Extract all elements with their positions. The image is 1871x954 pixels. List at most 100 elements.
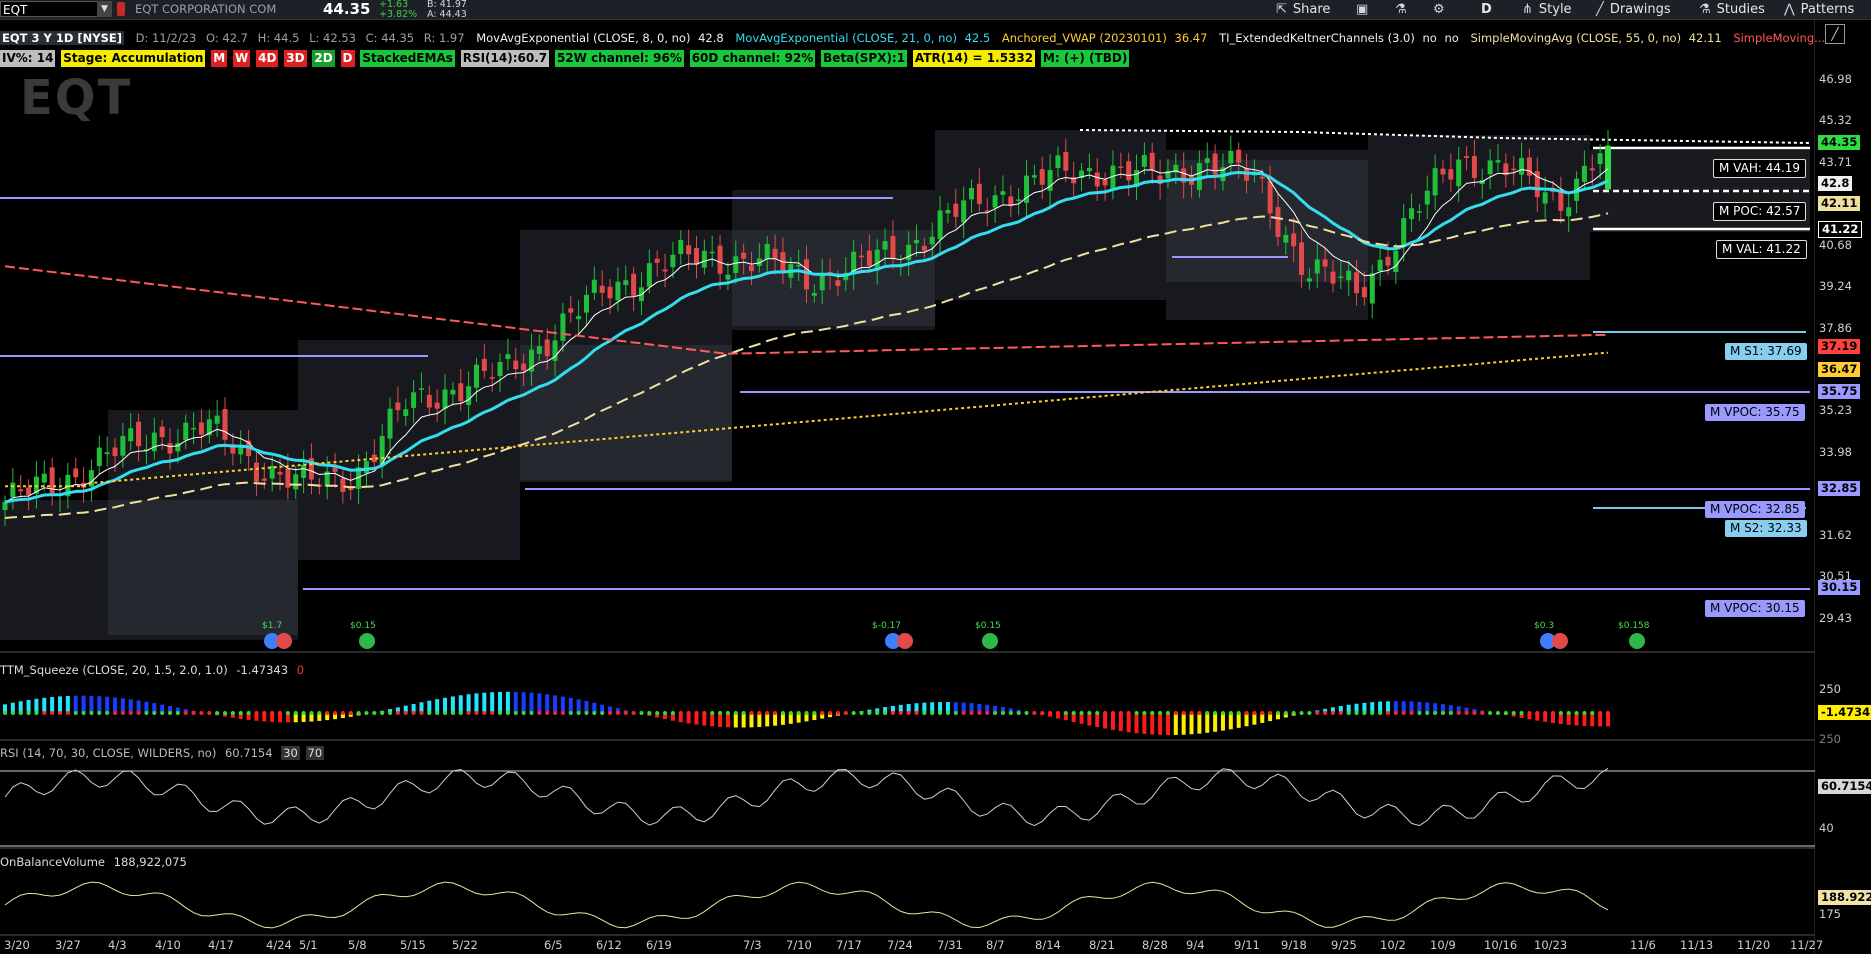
candle-body [489, 377, 495, 379]
share-label: Share [1292, 2, 1331, 17]
candle-body [466, 386, 472, 405]
squeeze-dot [1055, 711, 1060, 715]
squeeze-dot [773, 711, 778, 715]
date-tick: 8/21 [1089, 938, 1115, 952]
squeeze-bar [749, 713, 754, 728]
squeeze-bar [765, 713, 770, 727]
squeeze-dot [1535, 711, 1540, 715]
squeeze-bar [1134, 713, 1139, 734]
squeeze-bar [718, 713, 723, 727]
symbol-dropdown-icon[interactable]: ▼ [97, 1, 112, 17]
squeeze-dot [765, 711, 770, 715]
lab-button[interactable]: ⚗ [1395, 0, 1413, 19]
vpoc3-label: M VPOC: 30.15 [1705, 600, 1805, 617]
ask-price: A: 44.43 [427, 9, 467, 20]
rsi-axis-mid: 40 [1819, 821, 1834, 835]
company-name: EQT CORPORATION COM [135, 2, 277, 16]
date-tick: 9/18 [1281, 938, 1307, 952]
squeeze-dot [851, 711, 856, 715]
stacked-emas-chip: StackedEMAs [360, 50, 455, 67]
period-button[interactable]: D [1481, 0, 1492, 19]
candle-body [2, 502, 8, 511]
squeeze-dot [647, 711, 652, 715]
date-tick: 8/28 [1142, 938, 1168, 952]
candle-body [1039, 169, 1045, 185]
ema8-value: 42.8 [698, 31, 724, 45]
squeeze-bar [553, 695, 558, 713]
value-area-box [108, 500, 298, 635]
candle-body [151, 432, 157, 452]
squeeze-label[interactable]: TTM_Squeeze (CLOSE, 20, 1.5, 2.0, 1.0) [0, 663, 228, 677]
candle-body [678, 239, 684, 254]
vwap-label[interactable]: Anchored_VWAP (20230101) [1002, 31, 1167, 45]
squeeze-badge: -1.4734 [1818, 705, 1871, 720]
rsi-badge: 60.7154 [1818, 779, 1871, 794]
sma-label[interactable]: SimpleMovingAvg (CLOSE, 55, 0, no) [1470, 31, 1681, 45]
squeeze-dot [458, 711, 463, 715]
dividend-icon [1629, 633, 1645, 649]
sma-value: 42.11 [1688, 31, 1722, 45]
studies-button[interactable]: ⚗ Studies [1699, 0, 1765, 19]
sma2-label[interactable]: SimpleMoving... [1733, 31, 1825, 45]
style-button[interactable]: ⋔ Style [1522, 0, 1572, 19]
squeeze-dot [953, 711, 958, 715]
beta-chip: Beta(SPX):1 [821, 50, 908, 67]
candle-body [458, 383, 464, 402]
dividend-label: $0.15 [350, 621, 376, 631]
squeeze-dot [3, 711, 7, 715]
candle-body [1306, 278, 1312, 282]
rsi-label[interactable]: RSI (14, 70, 30, CLOSE, WILDERS, no) [0, 746, 216, 760]
squeeze-bar [128, 699, 133, 713]
date-tick: 9/25 [1331, 938, 1357, 952]
candle-body [261, 478, 267, 481]
settings-button[interactable]: ⚙ [1433, 0, 1451, 19]
squeeze-bar [466, 694, 471, 713]
vpoc2-badge: 32.85 [1818, 481, 1861, 496]
squeeze-dot [985, 711, 990, 715]
patterns-button[interactable]: ⋀ Patterns [1784, 0, 1854, 19]
squeeze-dot [89, 711, 94, 715]
squeeze-dot [796, 711, 801, 715]
squeeze-dot [364, 711, 369, 715]
alert-flag-icon[interactable] [117, 2, 125, 16]
squeeze-dot [1118, 711, 1123, 715]
candle-body [882, 241, 888, 250]
ema21-value: 42.5 [964, 31, 991, 45]
squeeze-bar [97, 696, 102, 713]
ema8-label[interactable]: MovAvgExponential (CLOSE, 8, 0, no) [476, 31, 690, 45]
date-tick: 7/31 [937, 938, 963, 952]
squeeze-bar [1181, 713, 1186, 735]
pencil-icon[interactable]: ╱ [1825, 24, 1845, 44]
squeeze-dot [584, 711, 589, 715]
price-chart[interactable] [0, 20, 1815, 954]
squeeze-bar [576, 699, 581, 713]
candle-body [1275, 207, 1281, 237]
squeeze-dot [1338, 711, 1343, 715]
squeeze-dot [466, 711, 471, 715]
obv-label[interactable]: OnBalanceVolume [0, 855, 105, 869]
candle-body [214, 415, 220, 424]
candle-body [811, 293, 817, 296]
val-label: M VAL: 41.22 [1716, 240, 1807, 259]
squeeze-bar [1220, 713, 1225, 731]
ema21-label[interactable]: MovAvgExponential (CLOSE, 21, 0, no) [735, 31, 957, 45]
style-label: Style [1538, 2, 1572, 17]
candle-body [1267, 181, 1273, 214]
squeeze-bar [81, 695, 86, 713]
chart-settings-button[interactable]: ▣ [1356, 0, 1374, 19]
squeeze-dot [1543, 711, 1548, 715]
squeeze-bar [65, 695, 70, 713]
share-button[interactable]: ⇱ Share [1276, 0, 1330, 19]
symbol-input[interactable]: EQT [0, 1, 112, 17]
squeeze-bar [474, 693, 479, 713]
drawings-button[interactable]: ╱ Drawings [1596, 0, 1671, 19]
squeeze-dot [1158, 711, 1163, 715]
squeeze-dot [1440, 711, 1445, 715]
squeeze-bar [1110, 713, 1115, 730]
candle-body [906, 244, 912, 261]
candle-body [866, 250, 872, 266]
squeeze-dot [702, 711, 707, 715]
keltner-label[interactable]: TI_ExtendedKeltnerChannels (3.0) [1219, 31, 1415, 45]
squeeze-dot [1236, 711, 1241, 715]
candle-body [1259, 176, 1265, 179]
